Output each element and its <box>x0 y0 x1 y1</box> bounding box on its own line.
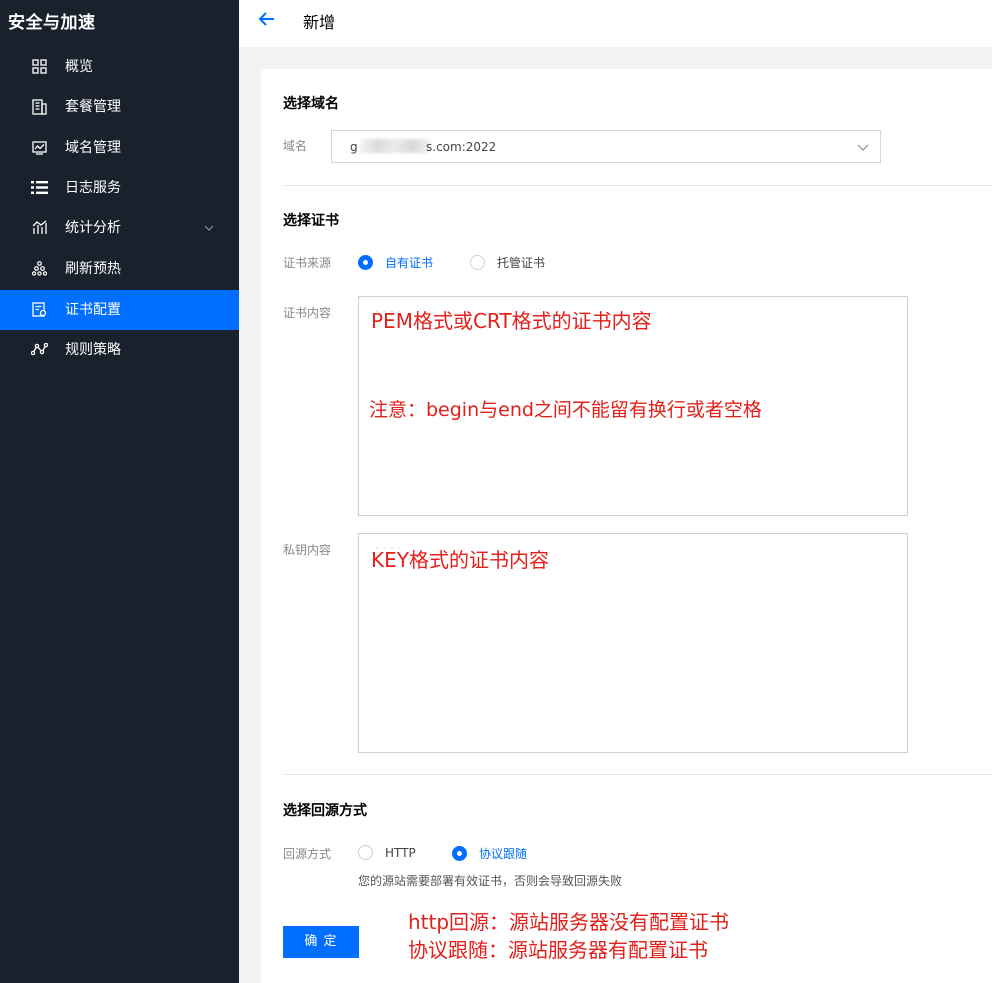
radio-dot <box>358 845 373 860</box>
domain-select-suffix: s.com:2022 <box>426 140 497 154</box>
sidebar-item-label: 规则策略 <box>65 342 121 358</box>
page-title: 新增 <box>303 13 336 32</box>
page-header: 新增 <box>239 0 992 47</box>
chevron-down-icon <box>857 144 869 151</box>
radio-label: 自有证书 <box>385 256 434 270</box>
origin-section-title: 选择回源方式 <box>283 803 367 819</box>
back-arrow-icon[interactable] <box>258 10 276 28</box>
cert-source-label: 证书来源 <box>283 256 332 270</box>
sidebar-item-plans[interactable]: 套餐管理 <box>0 87 239 127</box>
domain-select-prefix: g <box>350 140 358 154</box>
divider <box>283 185 992 186</box>
origin-hint: 您的源站需要部署有效证书，否则会导致回源失败 <box>358 874 623 888</box>
sidebar-item-label: 域名管理 <box>65 140 121 156</box>
redacted-mask <box>360 139 430 153</box>
app-title: 安全与加速 <box>8 13 96 33</box>
sidebar-item-overview[interactable]: 概览 <box>0 47 239 87</box>
list-icon <box>31 179 48 196</box>
sidebar-item-domains[interactable]: 域名管理 <box>0 128 239 168</box>
sidebar-item-label: 证书配置 <box>65 302 121 318</box>
annotation-key-format: KEY格式的证书内容 <box>371 548 549 572</box>
radio-label: 协议跟随 <box>479 847 528 861</box>
annotation-cert-note: 注意：begin与end之间不能留有换行或者空格 <box>369 399 762 421</box>
route-icon <box>31 341 48 358</box>
sidebar-item-label: 概览 <box>65 59 93 75</box>
sidebar-item-refresh[interactable]: 刷新预热 <box>0 249 239 289</box>
private-key-label: 私钥内容 <box>283 543 332 557</box>
divider <box>283 774 992 775</box>
radio-managed-cert[interactable]: 托管证书 <box>470 254 545 271</box>
radio-dot <box>470 255 485 270</box>
certificate-icon <box>31 301 48 318</box>
sidebar-item-label: 日志服务 <box>65 180 121 196</box>
radio-dot <box>358 255 373 270</box>
annotation-origin-http: http回源：源站服务器没有配置证书 <box>408 910 730 934</box>
bar-chart-icon <box>31 219 48 236</box>
origin-label: 回源方式 <box>283 847 332 861</box>
domain-label: 域名 <box>283 139 308 153</box>
sidebar-item-certificates[interactable]: 证书配置 <box>0 290 239 330</box>
radio-own-cert[interactable]: 自有证书 <box>358 254 433 271</box>
radio-label: 托管证书 <box>497 256 546 270</box>
cert-content-label: 证书内容 <box>283 306 332 320</box>
sidebar-item-label: 刷新预热 <box>65 261 121 277</box>
sidebar-item-statistics[interactable]: 统计分析 <box>0 208 239 248</box>
radio-label: HTTP <box>385 845 416 860</box>
monitor-icon <box>31 139 48 156</box>
sidebar-item-logs[interactable]: 日志服务 <box>0 168 239 208</box>
sidebar: 安全与加速 概览 套餐管理 域名管理 日志服务 统计分析 刷新预热 证书配置 规… <box>0 0 239 983</box>
radio-origin-http[interactable]: HTTP <box>358 845 416 860</box>
hierarchy-icon <box>31 260 48 277</box>
radio-dot <box>452 846 467 861</box>
sidebar-item-label: 统计分析 <box>65 220 121 236</box>
annotation-cert-format: PEM格式或CRT格式的证书内容 <box>371 309 652 333</box>
annotation-origin-follow: 协议跟随：源站服务器有配置证书 <box>408 938 708 962</box>
chevron-down-icon <box>204 225 214 231</box>
sidebar-item-rules[interactable]: 规则策略 <box>0 330 239 370</box>
domain-select[interactable]: g s.com:2022 <box>331 130 881 163</box>
domain-section-title: 选择域名 <box>283 96 339 112</box>
building-icon <box>31 98 48 115</box>
grid-icon <box>31 58 48 75</box>
confirm-button[interactable]: 确 定 <box>283 926 359 958</box>
cert-section-title: 选择证书 <box>283 213 339 229</box>
sidebar-item-label: 套餐管理 <box>65 99 121 115</box>
form-card: 选择域名 域名 g s.com:2022 选择证书 证书来源 自有证书 托管证书… <box>261 69 992 983</box>
radio-origin-follow[interactable]: 协议跟随 <box>452 845 527 862</box>
